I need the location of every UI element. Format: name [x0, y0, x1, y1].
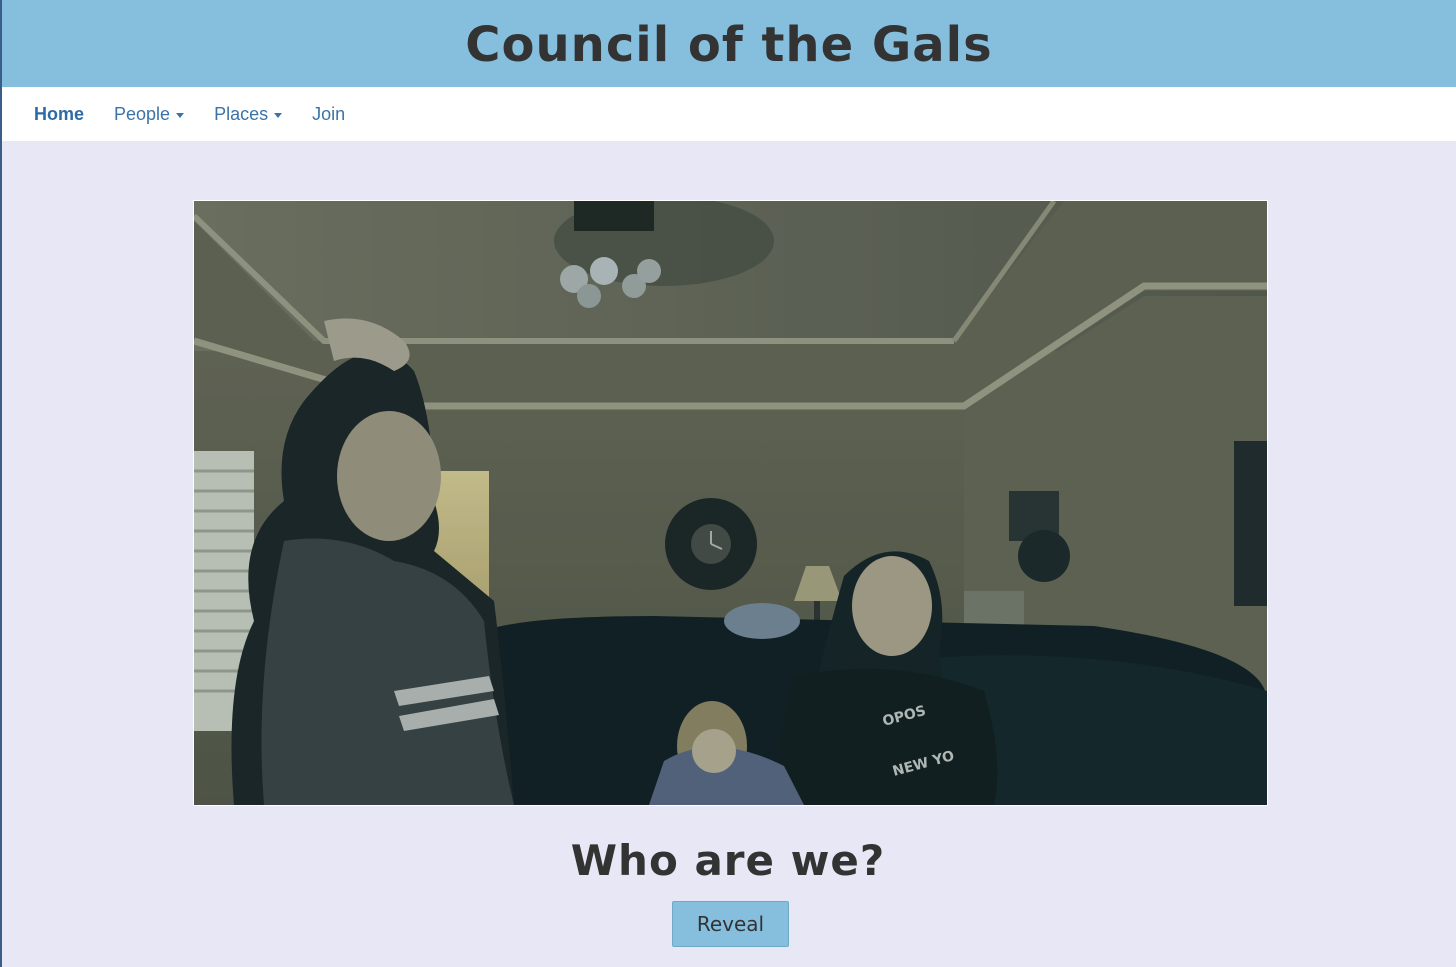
navbar: Home People Places Join	[2, 87, 1456, 141]
group-photo: OPOS NEW YO	[193, 200, 1268, 806]
nav-item-label: Home	[34, 103, 85, 124]
site-header: Council of the Gals	[2, 0, 1456, 87]
page: Council of the Gals Home People Places J…	[0, 0, 1456, 967]
caret-down-icon	[176, 112, 185, 118]
nav-item-people[interactable]: People	[99, 104, 199, 125]
nav-item-label: Places	[214, 103, 269, 124]
nav-item-label: Join	[312, 103, 346, 124]
nav-item-join[interactable]: Join	[297, 104, 360, 125]
nav-item-label: People	[114, 103, 171, 124]
reveal-button[interactable]: Reveal	[672, 901, 789, 947]
site-title: Council of the Gals	[465, 16, 993, 73]
group-photo-image: OPOS NEW YO	[194, 201, 1267, 805]
nav-item-places[interactable]: Places	[199, 104, 297, 125]
window-edge	[0, 0, 2, 967]
nav-item-home[interactable]: Home	[19, 104, 99, 125]
section-heading: Who are we?	[570, 836, 886, 885]
caret-down-icon	[274, 112, 283, 118]
